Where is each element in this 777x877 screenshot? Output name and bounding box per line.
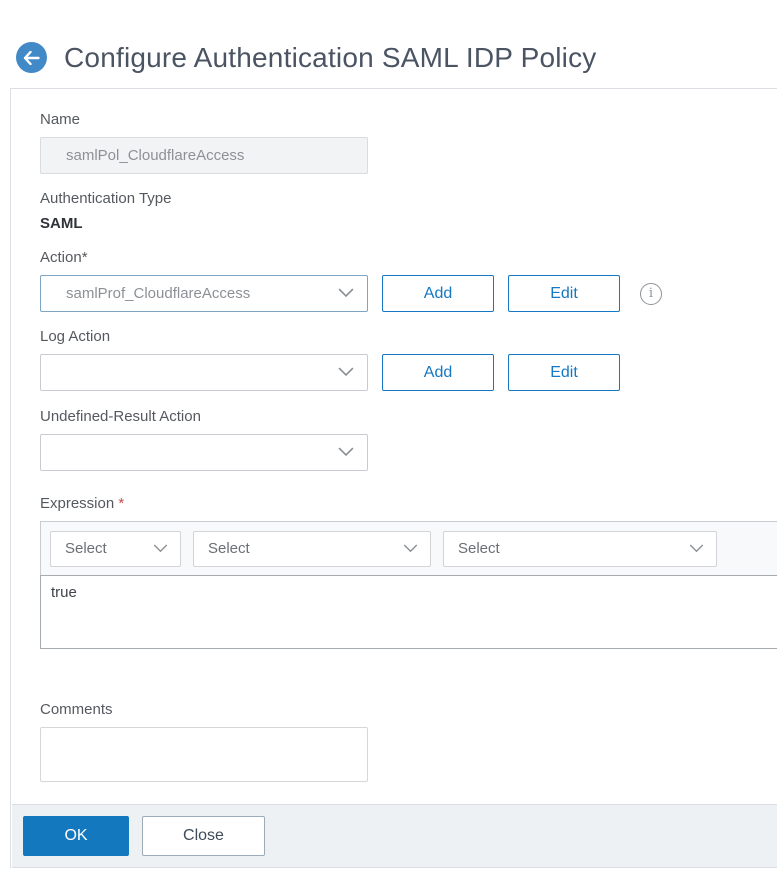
expression-label: Expression * [40,495,777,512]
required-asterisk: * [118,495,125,512]
ok-button[interactable]: OK [23,816,129,856]
back-arrow-icon [23,50,40,65]
undefined-result-action-select[interactable] [40,434,368,471]
comments-input[interactable] [40,727,368,782]
footer-action-bar: OK Close [12,804,777,868]
expression-builder: Select Select Select true [40,521,777,649]
expression-select-2-value: Select [208,540,250,557]
configure-saml-idp-policy-page: Configure Authentication SAML IDP Policy… [0,0,777,877]
chevron-down-icon [153,540,168,557]
name-label: Name [40,111,81,128]
page-header: Configure Authentication SAML IDP Policy [0,0,777,88]
expression-select-2[interactable]: Select [193,530,431,567]
name-input [40,137,368,174]
log-action-label: Log Action [40,328,111,345]
undefined-result-action-label: Undefined-Result Action [40,408,201,425]
info-icon[interactable]: i [640,282,662,305]
comments-label: Comments [40,701,113,718]
chevron-down-icon [689,540,704,557]
page-title: Configure Authentication SAML IDP Policy [64,41,597,73]
authentication-type-value: SAML [40,215,83,232]
chevron-down-icon [338,444,354,461]
back-button[interactable] [16,42,47,73]
log-action-add-button[interactable]: Add [382,354,494,391]
expression-select-1-value: Select [65,540,107,557]
expression-input[interactable]: true [40,575,777,649]
form-panel: Name Authentication Type SAML Action* sa… [10,88,777,868]
chevron-down-icon [403,540,418,557]
action-edit-button[interactable]: Edit [508,275,620,312]
expression-select-1[interactable]: Select [50,530,181,567]
log-action-select[interactable] [40,354,368,391]
action-label: Action* [40,249,88,266]
expression-toolbar: Select Select Select [40,521,777,576]
log-action-edit-button[interactable]: Edit [508,354,620,391]
expression-label-text: Expression [40,495,115,512]
expression-select-3-value: Select [458,540,500,557]
action-add-button[interactable]: Add [382,275,494,312]
close-button[interactable]: Close [142,816,265,856]
action-select-value: samlProf_CloudflareAccess [66,285,251,302]
action-select[interactable]: samlProf_CloudflareAccess [40,275,368,312]
expression-select-3[interactable]: Select [443,530,717,567]
chevron-down-icon [338,364,354,381]
authentication-type-label: Authentication Type [40,190,172,207]
chevron-down-icon [338,285,354,302]
